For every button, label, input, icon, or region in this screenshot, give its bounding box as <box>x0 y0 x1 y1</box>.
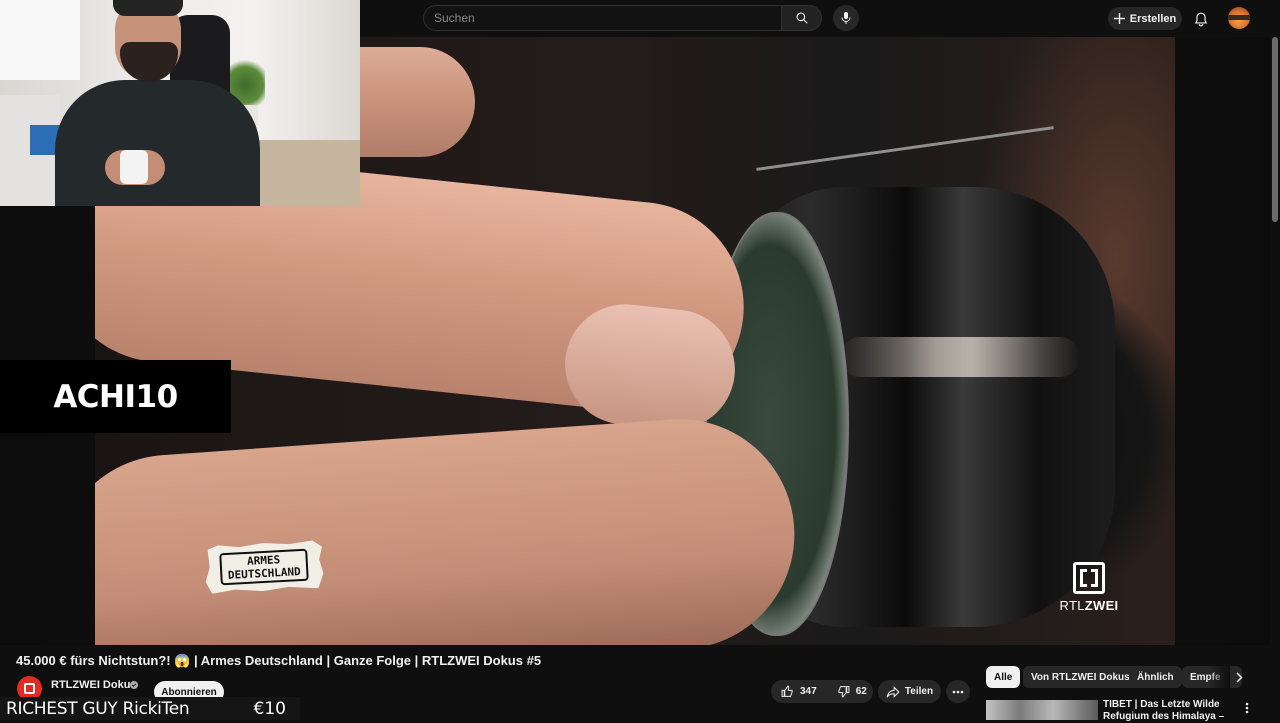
donation-name: RICHEST GUY RickiTen <box>6 698 190 719</box>
page-scrollbar[interactable] <box>1270 37 1280 720</box>
create-button-label: Erstellen <box>1129 12 1177 25</box>
more-actions-button[interactable] <box>946 680 970 703</box>
dislike-button[interactable]: 62 <box>827 680 877 703</box>
account-avatar[interactable] <box>1228 7 1250 29</box>
more-vertical-icon <box>1245 702 1249 714</box>
streamer-webcam <box>0 0 360 206</box>
channel-name[interactable]: RTLZWEI Dokus <box>51 679 137 691</box>
mic-icon <box>841 12 851 24</box>
recommendation-title[interactable]: TIBET | Das Letzte Wilde Refugium des Hi… <box>1103 699 1231 723</box>
recommendation-thumbnail[interactable] <box>986 700 1098 720</box>
create-button[interactable]: Erstellen <box>1108 7 1182 30</box>
like-count: 347 <box>800 686 817 697</box>
search-input[interactable] <box>424 6 781 30</box>
donation-alert: RICHEST GUY RickiTen €10 <box>0 697 300 720</box>
verified-icon <box>130 681 138 689</box>
thumbs-up-icon <box>781 685 793 697</box>
thumbs-down-icon <box>838 686 850 698</box>
recommendation-menu-button[interactable] <box>1241 700 1253 716</box>
plus-icon <box>1113 13 1125 24</box>
more-horizontal-icon <box>952 690 964 693</box>
like-dislike-group: 347 62 <box>771 680 873 703</box>
share-button[interactable]: Teilen <box>878 680 941 703</box>
donation-amount: €10 <box>253 698 286 719</box>
search-icon <box>795 12 808 24</box>
share-label: Teilen <box>904 686 934 697</box>
chips-next-button[interactable] <box>1230 668 1248 686</box>
rtl-mark-icon <box>24 683 35 694</box>
notifications-button[interactable] <box>1191 9 1211 29</box>
bell-icon <box>1194 12 1208 26</box>
like-button[interactable]: 347 <box>771 680 827 703</box>
video-title: 45.000 € fürs Nichtstun?! 😱 | Armes Deut… <box>16 653 542 668</box>
share-icon <box>886 685 900 698</box>
streamer-tag-text: ACHI10 <box>53 378 178 415</box>
scrollbar-thumb[interactable] <box>1272 37 1278 222</box>
broadcaster-logo: RTLZWEI <box>1054 562 1124 618</box>
rtl-mark-icon <box>1073 562 1105 594</box>
streamer-tag: ACHI10 <box>0 360 231 433</box>
search-button[interactable] <box>781 5 822 31</box>
voice-search-button[interactable] <box>833 5 859 31</box>
search-box[interactable] <box>423 5 781 31</box>
show-logo: ARMES DEUTSCHLAND <box>204 540 324 594</box>
dislike-count: 62 <box>855 686 867 697</box>
chip-channel[interactable]: Von RTLZWEI Dokus <box>1023 666 1138 688</box>
chevron-right-icon <box>1235 671 1243 683</box>
chip-alle[interactable]: Alle <box>986 666 1021 688</box>
chip-similar[interactable]: Ähnlich <box>1129 666 1182 688</box>
